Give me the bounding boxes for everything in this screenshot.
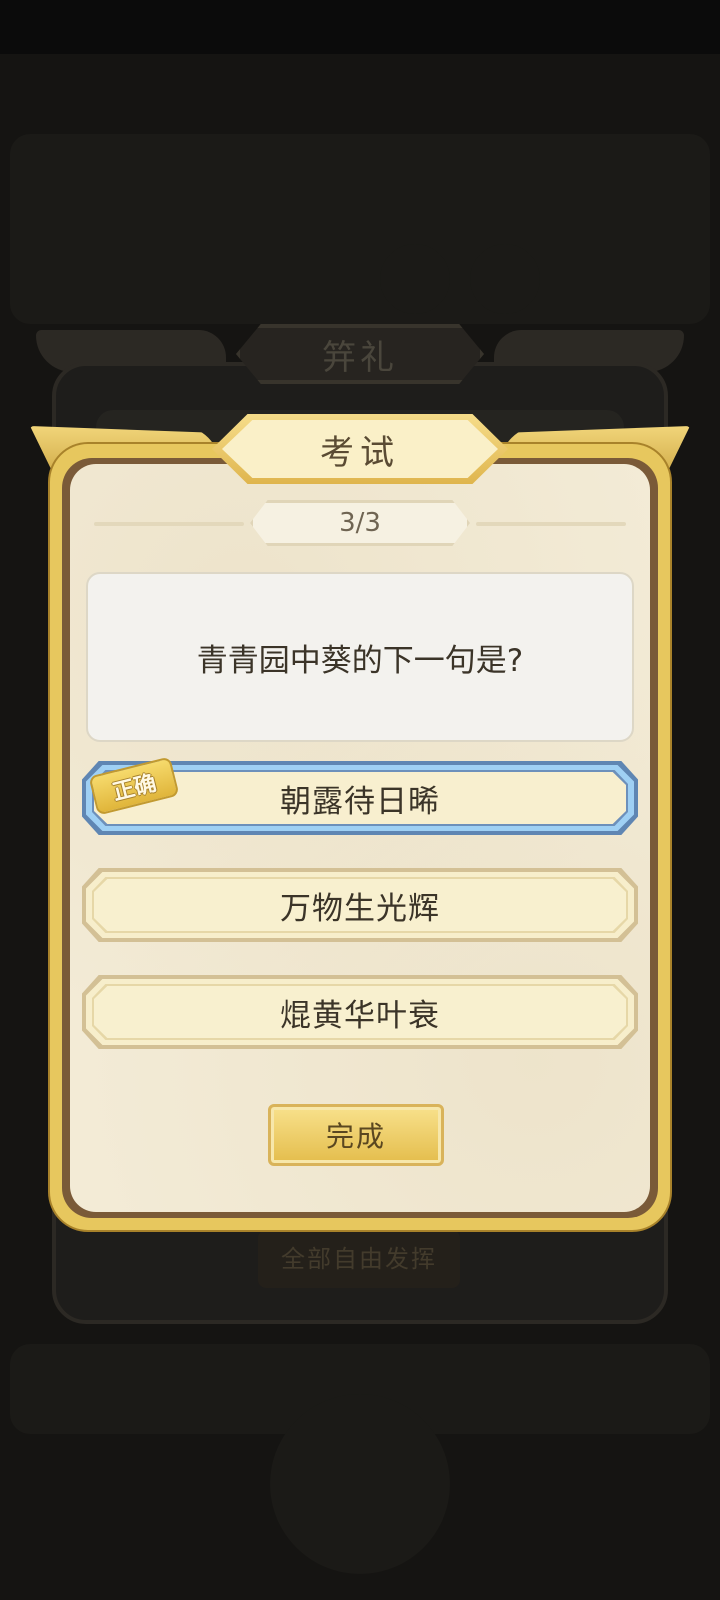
progress-divider-right [476,522,626,526]
question-text: 青青园中葵的下一句是? [196,642,524,679]
option-label: 焜黄华叶衰 [280,997,440,1034]
progress-indicator: 3/3 [250,500,470,546]
question-box: 青青园中葵的下一句是? [86,572,634,742]
progress-text: 3/3 [339,508,381,538]
background-decor [380,244,450,314]
background-decor [470,244,540,314]
answer-option-2[interactable]: 万物生光辉 [82,868,638,942]
done-button-label: 完成 [325,1120,386,1153]
back-dialog-title: 笄礼 [322,337,398,378]
status-bar [0,0,720,54]
option-label: 万物生光辉 [280,890,440,927]
done-button[interactable]: 完成 [268,1104,444,1166]
correct-badge-label: 正确 [110,770,159,806]
answer-option-3[interactable]: 焜黄华叶衰 [82,975,638,1049]
back-dialog-title-plaque: 笄礼 [236,324,484,384]
freestyle-button: 全部自由发挥 [258,1230,460,1288]
dialog-title: 考试 [320,432,400,473]
background-panel [10,134,710,324]
title-plaque-inner: 考试 [222,420,498,478]
background-decor [270,1394,450,1574]
progress-divider-left [94,522,244,526]
option-label: 朝露待日晞 [280,783,440,820]
